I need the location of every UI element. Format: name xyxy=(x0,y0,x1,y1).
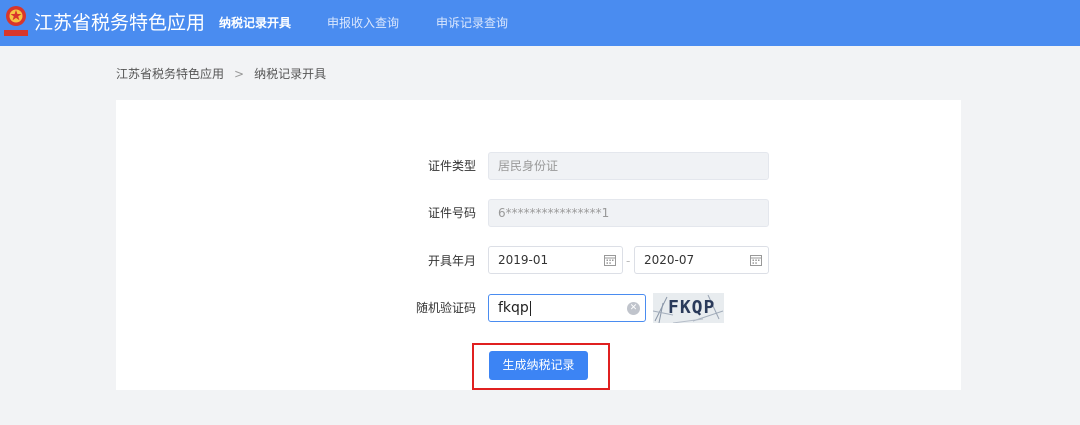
captcha-image[interactable]: FKQP xyxy=(653,293,724,323)
captcha-input[interactable]: fkqp ✕ xyxy=(488,294,646,322)
captcha-input-value: fkqp xyxy=(498,300,529,316)
period-end-input[interactable]: 2020-07 xyxy=(634,246,769,274)
breadcrumb-item-app[interactable]: 江苏省税务特色应用 xyxy=(116,66,224,82)
app-title: 江苏省税务特色应用 xyxy=(34,12,206,34)
id-type-field: 居民身份证 xyxy=(488,152,769,180)
calendar-icon[interactable] xyxy=(750,254,762,266)
period-separator: - xyxy=(626,254,631,268)
period-label: 开具年月 xyxy=(427,254,476,268)
period-start-input[interactable]: 2019-01 xyxy=(488,246,623,274)
captcha-label: 随机验证码 xyxy=(415,301,476,315)
id-type-label: 证件类型 xyxy=(427,159,476,173)
top-nav-bar: 江苏省税务特色应用 纳税记录开具 申报收入查询 申诉记录查询 xyxy=(0,0,1080,46)
id-number-label: 证件号码 xyxy=(427,206,476,220)
captcha-text: FKQP xyxy=(668,297,716,318)
tab-tax-record-issue[interactable]: 纳税记录开具 xyxy=(219,15,291,31)
clear-icon[interactable]: ✕ xyxy=(627,302,640,315)
tab-appeal-query[interactable]: 申诉记录查询 xyxy=(436,15,508,31)
breadcrumb: 江苏省税务特色应用 > 纳税记录开具 xyxy=(116,66,326,82)
chevron-right-icon: > xyxy=(234,67,245,81)
tab-income-query[interactable]: 申报收入查询 xyxy=(327,15,399,31)
id-number-field: 6****************1 xyxy=(488,199,769,227)
breadcrumb-item-current: 纳税记录开具 xyxy=(254,67,327,81)
calendar-icon[interactable] xyxy=(604,254,616,266)
text-cursor xyxy=(529,300,531,316)
emblem-icon xyxy=(4,6,28,36)
highlight-annotation xyxy=(472,343,610,390)
period-end-value: 2020-07 xyxy=(644,253,695,267)
period-start-value: 2019-01 xyxy=(498,253,549,267)
